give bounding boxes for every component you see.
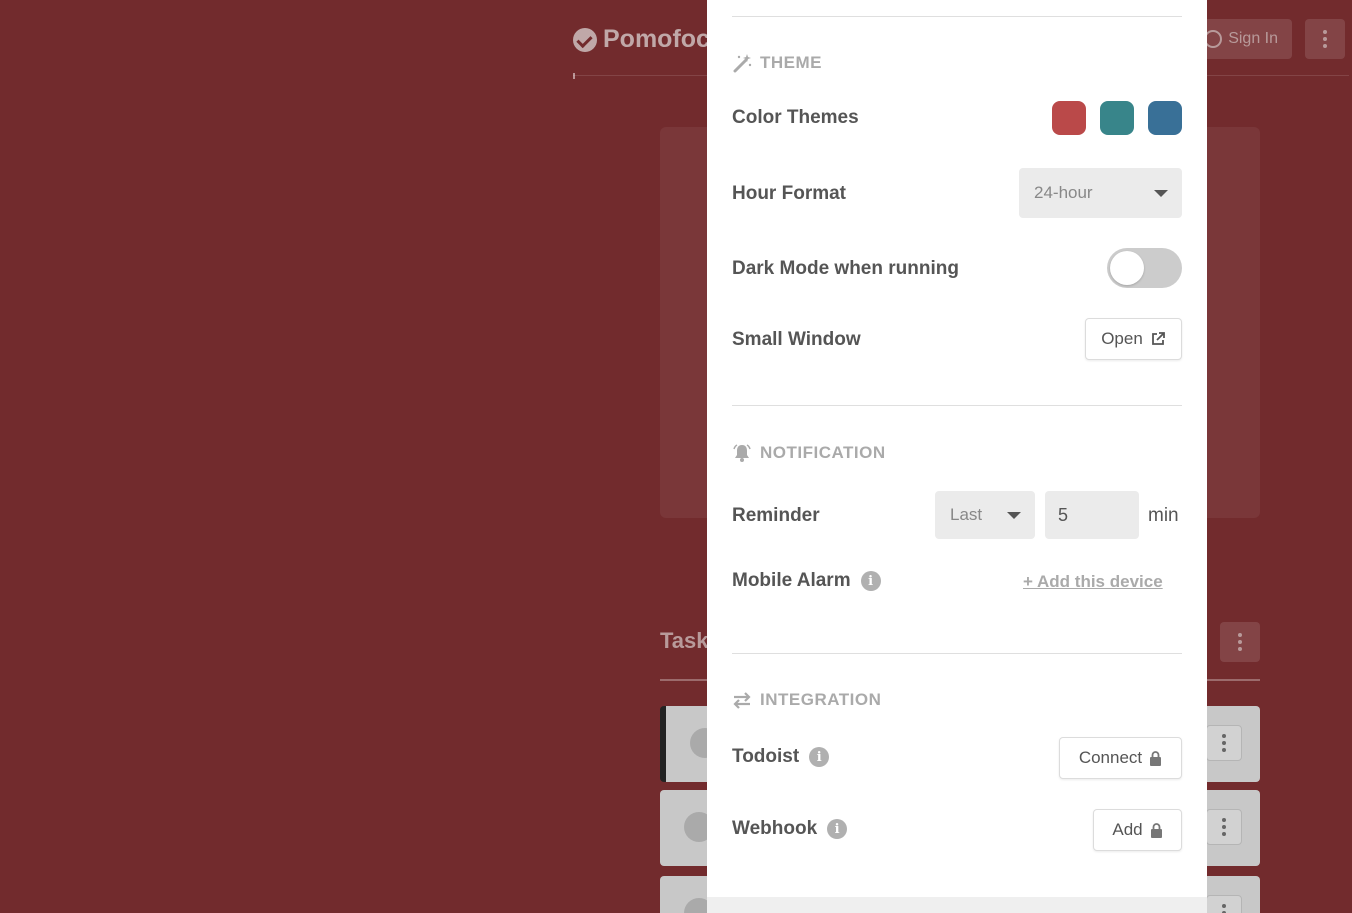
app-name: Pomofoc <box>603 25 710 53</box>
dark-mode-label: Dark Mode when running <box>732 258 959 279</box>
reminder-unit: min <box>1148 505 1179 526</box>
lock-icon <box>1150 822 1162 838</box>
info-icon[interactable]: i <box>809 747 830 767</box>
tasks-heading: Task <box>660 628 709 653</box>
sign-in-button[interactable]: Sign In <box>1196 19 1292 59</box>
lock-icon <box>1150 750 1162 766</box>
info-icon[interactable]: i <box>827 819 848 839</box>
color-swatch-red[interactable] <box>1052 101 1086 135</box>
open-button-label: Open <box>1101 329 1143 348</box>
section-divider <box>732 16 1182 17</box>
hour-format-select[interactable]: 24-hour <box>1019 168 1182 218</box>
external-link-icon <box>1151 332 1165 345</box>
theme-title-text: THEME <box>760 53 822 72</box>
dark-mode-toggle[interactable] <box>1107 248 1182 288</box>
header-progress-mark <box>573 73 575 79</box>
hour-format-label: Hour Format <box>732 183 846 204</box>
header-menu-button[interactable] <box>1305 19 1345 59</box>
app-logo: Pomofoc <box>573 25 710 54</box>
small-window-label: Small Window <box>732 329 861 350</box>
webhook-label: Webhook i <box>732 818 848 840</box>
add-button-label: Add <box>1112 820 1143 839</box>
settings-modal: THEME Color Themes Hour Format 24-hour D… <box>707 0 1207 913</box>
swap-arrows-icon <box>733 692 751 709</box>
todoist-connect-button[interactable]: Connect <box>1059 737 1182 779</box>
section-divider <box>732 653 1182 654</box>
integration-title-text: INTEGRATION <box>760 690 882 709</box>
webhook-text: Webhook <box>732 818 818 839</box>
logo-check-icon <box>573 27 597 52</box>
task-menu-button[interactable] <box>1206 725 1242 761</box>
notification-title-text: NOTIFICATION <box>760 443 886 462</box>
open-small-window-button[interactable]: Open <box>1085 318 1182 360</box>
chevron-down-icon <box>1154 189 1168 197</box>
reminder-when-value: Last <box>950 505 983 524</box>
magic-wand-icon <box>733 54 752 73</box>
info-icon[interactable]: i <box>860 571 881 591</box>
notification-section-title: NOTIFICATION <box>732 443 886 463</box>
toggle-knob <box>1110 251 1144 285</box>
reminder-label: Reminder <box>732 505 820 526</box>
reminder-minutes-input[interactable] <box>1045 491 1139 539</box>
section-divider <box>732 405 1182 406</box>
add-device-link[interactable]: + Add this device <box>1023 572 1163 592</box>
todoist-text: Todoist <box>732 746 800 767</box>
mobile-alarm-label: Mobile Alarm i <box>732 570 881 592</box>
tasks-menu-button[interactable] <box>1220 622 1260 662</box>
sign-in-label: Sign In <box>1228 30 1278 47</box>
color-swatch-teal[interactable] <box>1100 101 1134 135</box>
theme-section-title: THEME <box>732 53 822 73</box>
webhook-add-button[interactable]: Add <box>1093 809 1182 851</box>
hour-format-value: 24-hour <box>1034 183 1093 202</box>
task-menu-button[interactable] <box>1206 895 1242 913</box>
color-themes-label: Color Themes <box>732 107 859 128</box>
modal-footer <box>707 897 1207 913</box>
task-menu-button[interactable] <box>1206 809 1242 845</box>
bell-icon <box>733 444 751 462</box>
integration-section-title: INTEGRATION <box>732 690 881 710</box>
mobile-alarm-text: Mobile Alarm <box>732 570 851 591</box>
connect-button-label: Connect <box>1078 748 1143 767</box>
chevron-down-icon <box>1007 511 1021 519</box>
reminder-when-select[interactable]: Last <box>935 491 1035 539</box>
todoist-label: Todoist i <box>732 746 830 768</box>
color-swatch-blue[interactable] <box>1148 101 1182 135</box>
